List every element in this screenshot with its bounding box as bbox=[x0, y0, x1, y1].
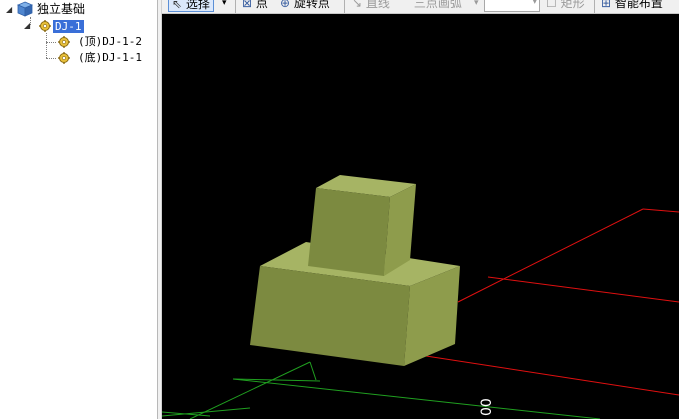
rotate-point-button-label: 旋转点 bbox=[293, 0, 330, 10]
tree-item-dj-1-2[interactable]: (顶)DJ-1-2 bbox=[78, 34, 142, 50]
line-button-label: 直线 bbox=[365, 0, 390, 10]
top-block-front-face bbox=[308, 188, 390, 276]
toolbar-separator bbox=[594, 0, 595, 13]
point-icon: ⊠ bbox=[242, 0, 253, 10]
component-tree-panel: ◢ 独立基础 ◢ DJ-1 (顶)DJ-1-2 (底)DJ-1-1 bbox=[0, 0, 157, 419]
tree-item-label: (底)DJ-1-1 bbox=[78, 51, 142, 64]
select-button[interactable]: ⇖ 选择 bbox=[168, 0, 214, 12]
tree-connector bbox=[46, 33, 47, 58]
toolbar-separator bbox=[344, 0, 345, 13]
tree-root-item[interactable]: 独立基础 bbox=[37, 1, 85, 17]
three-point-arc-button[interactable]: ⌒ 三点画弧 bbox=[398, 0, 462, 12]
arc-dropdown-arrow[interactable]: ▾ bbox=[474, 0, 479, 12]
select-button-label: 选择 bbox=[185, 0, 210, 11]
gear-icon bbox=[58, 36, 70, 48]
chevron-down-icon: ▾ bbox=[532, 0, 537, 7]
tree-item-label: DJ-1 bbox=[53, 20, 84, 33]
drawing-mode-combo[interactable]: ▾ bbox=[484, 0, 540, 12]
arc-icon: ⌒ bbox=[398, 0, 411, 10]
smart-layout-button[interactable]: ⊞ 智能布置 bbox=[601, 0, 663, 12]
point-button-label: 点 bbox=[255, 0, 268, 10]
tree-collapse-toggle[interactable]: ◢ bbox=[24, 21, 30, 31]
point-button[interactable]: ⊠ 点 bbox=[242, 0, 268, 12]
tree-item-dj-1[interactable]: DJ-1 bbox=[53, 18, 84, 34]
axis-label: 00 bbox=[479, 398, 495, 416]
tree-connector bbox=[46, 58, 56, 59]
gear-icon bbox=[39, 20, 51, 32]
rotate-point-icon: ⊕ bbox=[280, 0, 291, 10]
foundation-icon bbox=[17, 1, 33, 17]
3d-scene[interactable]: 00 bbox=[162, 14, 679, 419]
rectangle-icon: ☐ bbox=[546, 0, 557, 10]
cursor-arrow-icon: ⇖ bbox=[172, 0, 183, 11]
line-button[interactable]: ↘ 直线 bbox=[352, 0, 390, 12]
tree-connector bbox=[46, 42, 56, 43]
tree-collapse-toggle[interactable]: ◢ bbox=[6, 5, 12, 15]
select-dropdown-arrow[interactable]: ▾ bbox=[222, 0, 227, 12]
3d-viewport[interactable]: 00 bbox=[162, 14, 679, 419]
rectangle-button-label: 矩形 bbox=[560, 0, 585, 10]
line-icon: ↘ bbox=[352, 0, 363, 10]
tree-item-label: (顶)DJ-1-2 bbox=[78, 35, 142, 48]
rotate-point-button[interactable]: ⊕ 旋转点 bbox=[280, 0, 330, 12]
green-axis-lines bbox=[162, 361, 601, 419]
smart-layout-icon: ⊞ bbox=[601, 0, 612, 10]
three-point-arc-button-label: 三点画弧 bbox=[413, 0, 462, 10]
tree-item-dj-1-1[interactable]: (底)DJ-1-1 bbox=[78, 50, 142, 66]
drawing-toolbar: ⇖ 选择 ▾ ⊠ 点 ⊕ 旋转点 ↘ 直线 ⌒ 三点画弧 ▾ ▾ ☐ 矩形 ⊞ … bbox=[162, 0, 679, 14]
foundation-top-block[interactable] bbox=[308, 175, 416, 276]
gear-icon bbox=[58, 52, 70, 64]
toolbar-separator bbox=[235, 0, 236, 13]
rectangle-button[interactable]: ☐ 矩形 bbox=[546, 0, 585, 12]
smart-layout-button-label: 智能布置 bbox=[614, 0, 663, 10]
tree-root-label: 独立基础 bbox=[37, 2, 86, 16]
